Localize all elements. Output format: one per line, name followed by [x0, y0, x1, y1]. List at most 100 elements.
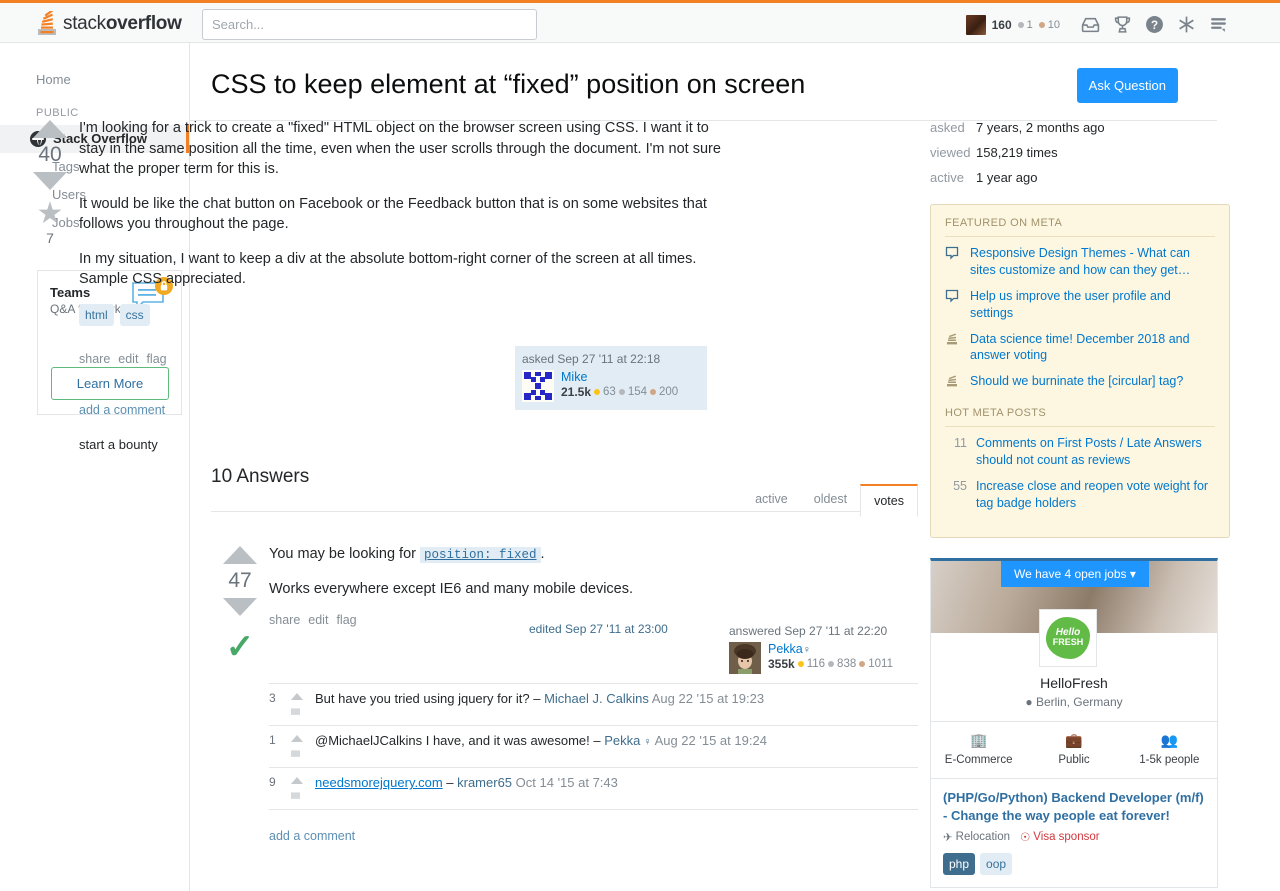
share-link[interactable]: share: [79, 352, 110, 366]
comment-author[interactable]: Michael J. Calkins: [544, 691, 649, 706]
featured-meta-link[interactable]: Data science time! December 2018 and ans…: [970, 331, 1215, 365]
tab-active[interactable]: active: [742, 484, 801, 516]
answer-vote-cell: 47 ✓: [211, 540, 269, 843]
moderator-flair-icon: ♀: [802, 644, 811, 656]
downvote-arrow-icon[interactable]: [33, 172, 67, 190]
hot-meta-link[interactable]: Comments on First Posts / Late Answers s…: [976, 435, 1215, 469]
comment-author[interactable]: kramer65: [457, 775, 512, 790]
upvote-arrow-icon[interactable]: [223, 546, 257, 564]
share-link[interactable]: share: [269, 613, 300, 627]
right-sidebar: asked 7 years, 2 months ago viewed 158,2…: [930, 120, 1230, 888]
accepted-answer-checkmark-icon[interactable]: ✓: [226, 630, 255, 664]
question-owner-name[interactable]: Mike: [561, 370, 678, 384]
silver-badge-count[interactable]: 1: [1017, 19, 1033, 31]
edit-link[interactable]: edit: [308, 613, 328, 627]
avatar[interactable]: [729, 642, 761, 674]
answer-add-comment-link[interactable]: add a comment: [269, 829, 355, 843]
sidebar-item-home[interactable]: Home: [0, 66, 189, 94]
relocation-icon: ✈: [943, 832, 953, 844]
main-content: CSS to keep element at “fixed” position …: [190, 43, 1280, 122]
comment-score: 3: [269, 691, 276, 706]
meta-chat-icon: [945, 245, 961, 279]
company-name[interactable]: HelloFresh: [931, 675, 1217, 691]
hot-meta-item[interactable]: 11 Comments on First Posts / Late Answer…: [945, 435, 1215, 469]
meta-sidebar-box: FEATURED ON META Responsive Design Theme…: [930, 204, 1230, 538]
featured-meta-item[interactable]: Data science time! December 2018 and ans…: [945, 331, 1215, 365]
downvote-arrow-icon[interactable]: [223, 598, 257, 616]
flag-link[interactable]: flag: [146, 352, 166, 366]
featured-meta-item[interactable]: Responsive Design Themes - What can site…: [945, 245, 1215, 279]
help-icon[interactable]: ?: [1138, 3, 1170, 46]
user-reputation-group[interactable]: 160 1 10: [965, 14, 1060, 35]
meta-chat-icon: [945, 288, 961, 322]
inbox-icon[interactable]: [1074, 3, 1106, 46]
job-tag-php[interactable]: php: [943, 853, 976, 875]
comment-upvote-icon[interactable]: [291, 777, 303, 785]
comment-flag-icon[interactable]: [291, 708, 300, 720]
comment-date: Oct 14 '15 at 7:43: [512, 775, 618, 791]
hot-meta-item[interactable]: 55 Increase close and reopen vote weight…: [945, 478, 1215, 512]
comment-flag-icon[interactable]: [291, 792, 300, 804]
answers-header: 10 Answers active oldest votes: [211, 466, 918, 517]
answer-owner-signature: answered Sep 27 '11 at 22:20 Pekka♀ 355k…: [722, 618, 914, 682]
avatar[interactable]: [965, 14, 986, 35]
hellofresh-logo-icon: Hello FRESH: [1046, 616, 1090, 659]
ask-question-button[interactable]: Ask Question: [1076, 68, 1178, 103]
question-owner-badges: 21.5k 63 154 200: [561, 385, 679, 399]
trophy-icon[interactable]: [1106, 3, 1138, 46]
tab-oldest[interactable]: oldest: [801, 484, 860, 516]
comment-author[interactable]: Pekka: [604, 733, 640, 748]
hot-meta-link[interactable]: Increase close and reopen vote weight fo…: [976, 478, 1215, 512]
people-icon: 👥: [1160, 731, 1179, 748]
site-logo-text: stackoverflow: [63, 13, 182, 34]
question-vote-count: 40: [38, 143, 62, 166]
answer-owner-name[interactable]: Pekka♀: [768, 642, 893, 656]
featured-meta-item[interactable]: Should we burninate the [circular] tag?: [945, 373, 1215, 393]
tag-html[interactable]: html: [79, 304, 114, 327]
tag-css[interactable]: css: [119, 304, 150, 327]
upvote-arrow-icon[interactable]: [33, 120, 67, 138]
stack-icon: [945, 373, 961, 393]
comment-upvote-icon[interactable]: [291, 735, 303, 743]
stackoverflow-logo-icon: [36, 9, 58, 37]
start-bounty-link[interactable]: start a bounty: [79, 437, 158, 452]
job-tag-oop[interactable]: oop: [980, 853, 1013, 875]
tab-votes[interactable]: votes: [860, 484, 918, 517]
featured-meta-link[interactable]: Responsive Design Themes - What can site…: [970, 245, 1215, 279]
question-post: 40 ★ 7 I'm looking for a trick to create…: [21, 114, 728, 452]
comment-date: Aug 22 '15 at 19:24: [651, 733, 767, 749]
job-title-link[interactable]: (PHP/Go/Python) Backend Developer (m/f) …: [943, 789, 1205, 825]
answer-sort-tabs: active oldest votes: [742, 484, 918, 517]
comment-date: Aug 22 '15 at 19:23: [648, 691, 765, 707]
comment-flag-icon[interactable]: [291, 750, 300, 762]
question-add-comment-link[interactable]: add a comment: [79, 403, 165, 417]
flag-link[interactable]: flag: [336, 613, 356, 627]
comment-row: 3 But have you tried using jquery for it…: [269, 684, 918, 727]
comment-text: @MichaelJCalkins I have, and it was awes…: [315, 733, 767, 749]
open-jobs-button[interactable]: We have 4 open jobs ▾: [1001, 560, 1149, 587]
featured-meta-item[interactable]: Help us improve the user profile and set…: [945, 288, 1215, 322]
question-paragraph-1: I'm looking for a trick to create a "fix…: [79, 120, 721, 178]
favorite-star-icon[interactable]: ★: [37, 199, 64, 229]
bronze-badge-count[interactable]: 10: [1038, 19, 1060, 31]
answer-inline-code[interactable]: position: fixed: [420, 547, 541, 563]
question-paragraph-3: In my situation, I want to keep a div at…: [79, 250, 697, 288]
featured-meta-link[interactable]: Help us improve the user profile and set…: [970, 288, 1215, 322]
hot-meta-votes: 55: [953, 478, 967, 493]
comment-inline-link[interactable]: needsmorejquery.com: [315, 775, 443, 790]
site-logo[interactable]: stackoverflow: [36, 9, 182, 39]
featured-meta-link[interactable]: Should we burninate the [circular] tag?: [970, 373, 1183, 393]
question-header: CSS to keep element at “fixed” position …: [190, 43, 1217, 122]
answer-edited-timestamp[interactable]: edited Sep 27 '11 at 23:00: [529, 622, 668, 636]
edit-link[interactable]: edit: [118, 352, 138, 366]
answer-comments: 3 But have you tried using jquery for it…: [269, 683, 918, 811]
comment-upvote-icon[interactable]: [291, 693, 303, 701]
question-stat-viewed: viewed 158,219 times: [930, 145, 1058, 160]
avatar[interactable]: [522, 370, 554, 402]
site-switcher-icon[interactable]: [1170, 3, 1202, 46]
search-input[interactable]: [202, 9, 537, 40]
answer-body-wrapper: 47 ✓ You may be looking for position: fi…: [211, 540, 918, 843]
chat-icon[interactable]: [1202, 3, 1234, 46]
company-logo: Hello FRESH: [1039, 608, 1097, 667]
moderator-flair-icon: ♀: [640, 736, 652, 749]
